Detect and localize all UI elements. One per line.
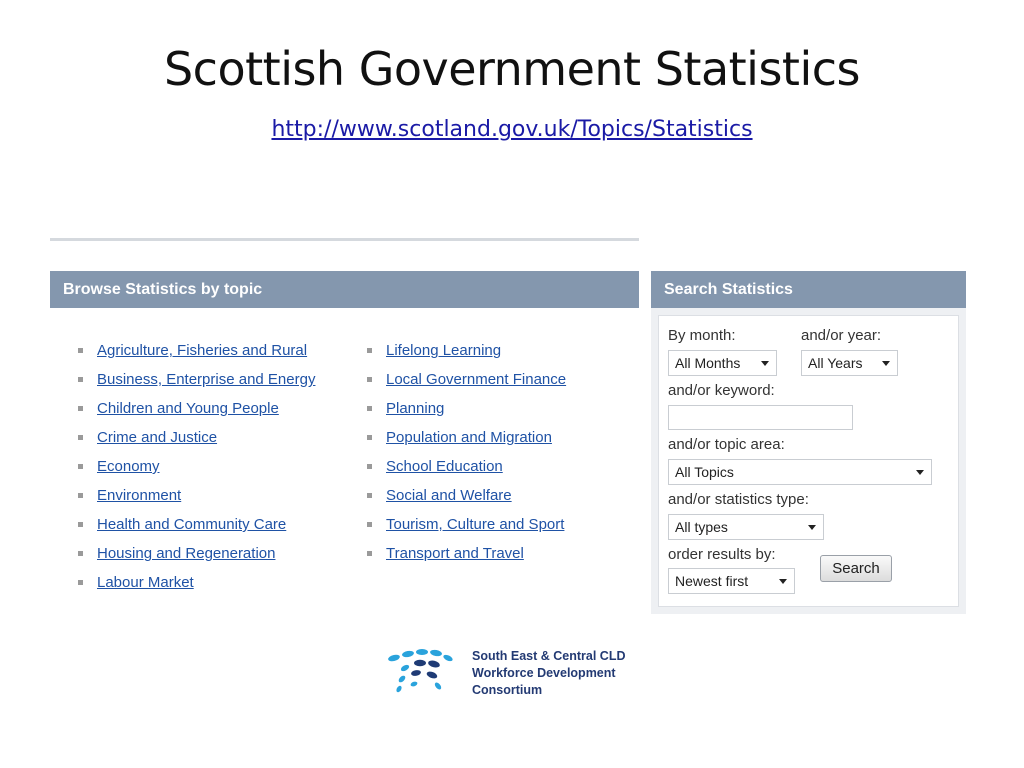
consortium-logo-text: South East & Central CLD Workforce Devel… — [472, 648, 626, 699]
topic-list-right: Lifelong Learning Local Government Finan… — [367, 340, 617, 572]
topic-item: Health and Community Care — [78, 514, 328, 536]
year-label: and/or year: — [801, 327, 882, 344]
topic-link-local-government[interactable]: Local Government Finance — [386, 371, 566, 388]
topic-link-economy[interactable]: Economy — [97, 458, 160, 475]
consortium-logo: South East & Central CLD Workforce Devel… — [386, 646, 646, 702]
topic-link-crime[interactable]: Crime and Justice — [97, 429, 217, 446]
order-results-label: order results by: — [668, 546, 776, 563]
topic-link-children[interactable]: Children and Young People — [97, 400, 279, 417]
bullet-icon — [367, 406, 372, 411]
bullet-icon — [367, 522, 372, 527]
topic-item: Social and Welfare — [367, 485, 617, 507]
bullet-icon — [78, 580, 83, 585]
topic-item: Labour Market — [78, 572, 328, 594]
bullet-icon — [367, 377, 372, 382]
topic-link-agriculture[interactable]: Agriculture, Fisheries and Rural — [97, 342, 307, 359]
topic-link-social-welfare[interactable]: Social and Welfare — [386, 487, 512, 504]
topic-item: Children and Young People — [78, 398, 328, 420]
topic-link-lifelong-learning[interactable]: Lifelong Learning — [386, 342, 501, 359]
month-select-value: All Months — [675, 355, 741, 371]
topic-link-transport[interactable]: Transport and Travel — [386, 545, 524, 562]
top-divider — [50, 238, 639, 241]
topic-item: Transport and Travel — [367, 543, 617, 565]
order-results-select[interactable]: Newest first — [668, 568, 795, 594]
bullet-icon — [78, 406, 83, 411]
year-select-value: All Years — [808, 355, 863, 371]
topic-link-environment[interactable]: Environment — [97, 487, 181, 504]
bullet-icon — [78, 522, 83, 527]
keyword-label: and/or keyword: — [668, 382, 775, 399]
bullet-icon — [78, 464, 83, 469]
topic-area-select[interactable]: All Topics — [668, 459, 932, 485]
topic-list-left: Agriculture, Fisheries and Rural Busines… — [78, 340, 328, 601]
topic-link-planning[interactable]: Planning — [386, 400, 444, 417]
search-button[interactable]: Search — [820, 555, 892, 582]
logo-line-1: South East & Central CLD — [472, 649, 626, 663]
topic-area-select-value: All Topics — [675, 464, 734, 480]
statistics-url-link[interactable]: http://www.scotland.gov.uk/Topics/Statis… — [271, 117, 752, 142]
statistics-type-select-value: All types — [675, 519, 728, 535]
dropdown-arrow-icon — [916, 470, 924, 475]
keyword-input[interactable] — [668, 405, 853, 430]
topic-item: Local Government Finance — [367, 369, 617, 391]
bullet-icon — [78, 551, 83, 556]
dropdown-arrow-icon — [779, 579, 787, 584]
topic-link-business[interactable]: Business, Enterprise and Energy — [97, 371, 315, 388]
consortium-logo-mark-icon — [388, 649, 453, 693]
year-select[interactable]: All Years — [801, 350, 898, 376]
statistics-type-select[interactable]: All types — [668, 514, 824, 540]
topic-item: Lifelong Learning — [367, 340, 617, 362]
topic-item: Agriculture, Fisheries and Rural — [78, 340, 328, 362]
order-results-select-value: Newest first — [675, 573, 749, 589]
bullet-icon — [78, 435, 83, 440]
topic-item: Business, Enterprise and Energy — [78, 369, 328, 391]
bullet-icon — [367, 464, 372, 469]
bullet-icon — [367, 551, 372, 556]
month-select[interactable]: All Months — [668, 350, 777, 376]
dropdown-arrow-icon — [808, 525, 816, 530]
bullet-icon — [367, 435, 372, 440]
topic-item: Planning — [367, 398, 617, 420]
topic-link-housing[interactable]: Housing and Regeneration — [97, 545, 275, 562]
topic-link-tourism[interactable]: Tourism, Culture and Sport — [386, 516, 564, 533]
topic-link-population[interactable]: Population and Migration — [386, 429, 552, 446]
bullet-icon — [78, 348, 83, 353]
topic-item: Environment — [78, 485, 328, 507]
topic-item: Crime and Justice — [78, 427, 328, 449]
logo-line-3: Consortium — [472, 683, 543, 697]
topic-link-health[interactable]: Health and Community Care — [97, 516, 286, 533]
topic-item: Economy — [78, 456, 328, 478]
search-panel-header: Search Statistics — [651, 271, 966, 308]
statistics-type-label: and/or statistics type: — [668, 491, 809, 508]
logo-line-2: Workforce Development — [472, 666, 616, 680]
browse-panel-header: Browse Statistics by topic — [50, 271, 639, 308]
topic-link-school-education[interactable]: School Education — [386, 458, 503, 475]
search-form: By month: and/or year: All Months All Ye… — [658, 315, 959, 607]
slide-title: Scottish Government Statistics — [163, 42, 861, 96]
bullet-icon — [78, 377, 83, 382]
topic-area-label: and/or topic area: — [668, 436, 785, 453]
slide-url: http://www.scotland.gov.uk/Topics/Statis… — [0, 117, 1024, 142]
topic-link-labour[interactable]: Labour Market — [97, 574, 194, 591]
topic-item: Housing and Regeneration — [78, 543, 328, 565]
bullet-icon — [78, 493, 83, 498]
search-panel: By month: and/or year: All Months All Ye… — [651, 308, 966, 614]
bullet-icon — [367, 348, 372, 353]
dropdown-arrow-icon — [761, 361, 769, 366]
topic-item: Population and Migration — [367, 427, 617, 449]
bullet-icon — [367, 493, 372, 498]
topic-item: Tourism, Culture and Sport — [367, 514, 617, 536]
dropdown-arrow-icon — [882, 361, 890, 366]
topic-item: School Education — [367, 456, 617, 478]
month-label: By month: — [668, 327, 736, 344]
